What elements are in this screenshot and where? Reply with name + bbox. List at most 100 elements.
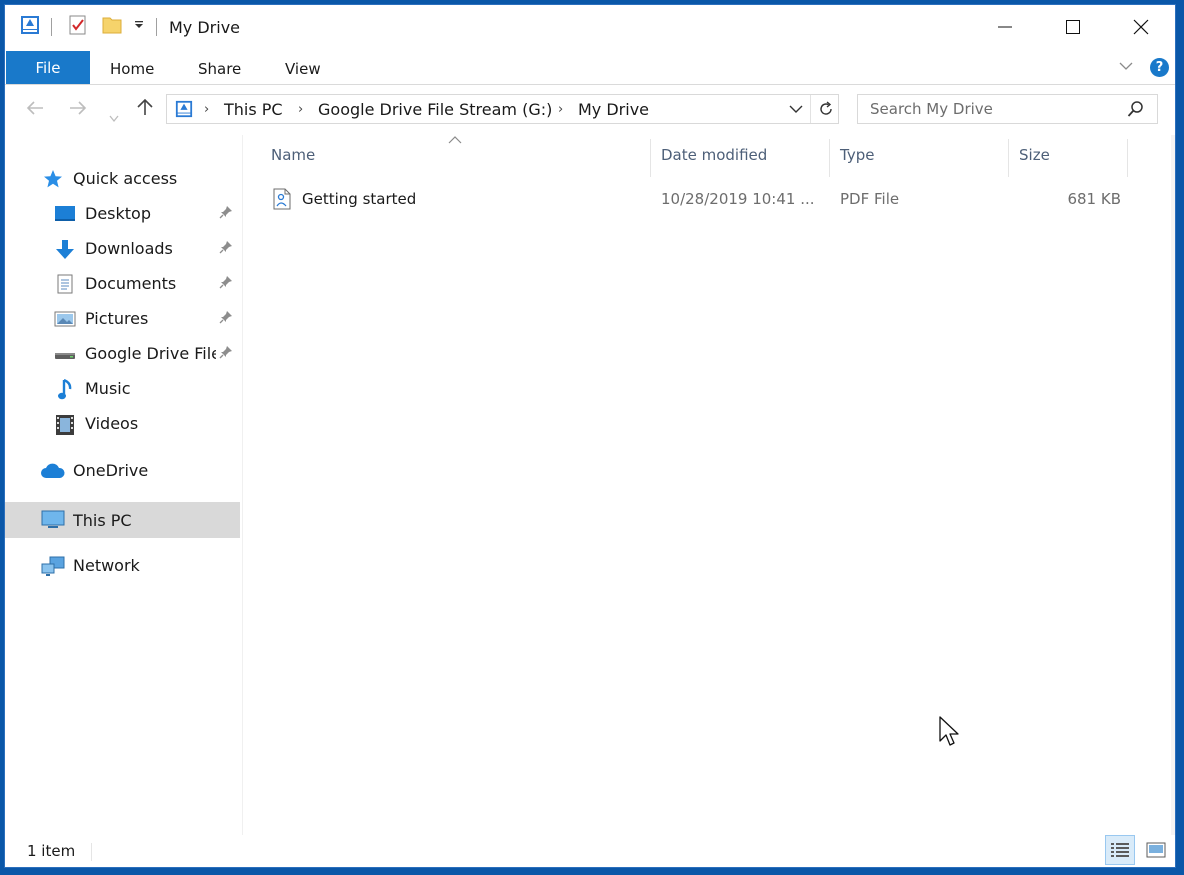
title-separator xyxy=(51,18,52,36)
title-separator xyxy=(156,18,157,36)
scrollbar-track[interactable] xyxy=(1171,135,1175,835)
drive-app-icon[interactable] xyxy=(20,15,40,35)
nav-label: This PC xyxy=(73,511,132,530)
column-divider[interactable] xyxy=(1127,139,1128,177)
column-header-type[interactable]: Type xyxy=(840,146,874,164)
network-icon xyxy=(40,556,65,576)
videos-icon xyxy=(55,414,77,435)
close-button[interactable] xyxy=(1107,5,1175,49)
large-icons-view-icon xyxy=(1146,842,1166,858)
file-size: 681 KB xyxy=(1067,190,1121,208)
back-arrow-icon[interactable] xyxy=(25,97,45,121)
nav-label: Google Drive File Stream (G:) xyxy=(85,344,216,363)
breadcrumb-chevron-icon[interactable]: › xyxy=(298,102,303,117)
search-input[interactable] xyxy=(857,94,1158,124)
nav-videos[interactable]: Videos xyxy=(5,406,240,440)
address-separator xyxy=(810,95,811,123)
nav-label: Quick access xyxy=(73,169,178,188)
breadcrumb-my-drive[interactable]: My Drive xyxy=(578,100,649,119)
breadcrumb-chevron-icon[interactable]: › xyxy=(558,102,563,117)
file-type: PDF File xyxy=(840,190,900,208)
computer-icon xyxy=(40,510,65,530)
drive-location-icon xyxy=(175,100,193,122)
pin-icon[interactable] xyxy=(219,310,233,328)
breadcrumb-chevron-icon[interactable]: › xyxy=(204,102,209,117)
column-header-size[interactable]: Size xyxy=(1019,146,1050,164)
nav-label: Videos xyxy=(85,414,139,433)
pin-icon[interactable] xyxy=(219,240,233,258)
pin-icon[interactable] xyxy=(219,345,233,363)
large-icons-view-button[interactable] xyxy=(1141,835,1171,865)
desktop-icon xyxy=(54,204,76,224)
downloads-icon xyxy=(54,239,76,259)
nav-desktop[interactable]: Desktop xyxy=(5,196,240,230)
pin-icon[interactable] xyxy=(219,205,233,223)
nav-google-drive[interactable]: Google Drive File Stream (G:) xyxy=(5,336,240,370)
nav-pictures[interactable]: Pictures xyxy=(5,301,240,335)
documents-icon xyxy=(55,274,77,294)
details-view-button[interactable] xyxy=(1105,835,1135,865)
address-bar[interactable]: › This PC › Google Drive File Stream (G:… xyxy=(166,94,839,124)
nav-onedrive[interactable]: OneDrive xyxy=(5,453,240,487)
column-divider[interactable] xyxy=(1008,139,1009,177)
minimize-button[interactable] xyxy=(971,5,1039,49)
expand-ribbon-icon[interactable] xyxy=(1119,59,1133,75)
sort-ascending-icon xyxy=(448,133,462,148)
status-item-count: 1 item xyxy=(27,842,76,860)
nav-network[interactable]: Network xyxy=(5,548,240,582)
navigation-pane: Quick access Desktop Downloads Documents… xyxy=(5,135,242,835)
cloud-icon xyxy=(40,463,65,483)
tab-home[interactable]: Home xyxy=(110,60,154,78)
up-arrow-icon[interactable] xyxy=(136,97,154,121)
pdf-file-icon xyxy=(273,188,291,214)
column-header-date-modified[interactable]: Date modified xyxy=(661,146,767,164)
close-icon xyxy=(1133,19,1149,35)
music-icon xyxy=(57,378,79,400)
tab-view[interactable]: View xyxy=(285,60,321,78)
maximize-button[interactable] xyxy=(1039,5,1107,49)
title-bar: My Drive xyxy=(5,5,1175,51)
nav-label: Network xyxy=(73,556,140,575)
breadcrumb-google-drive[interactable]: Google Drive File Stream (G:) xyxy=(318,100,552,119)
pin-icon[interactable] xyxy=(219,275,233,293)
nav-label: Downloads xyxy=(85,239,173,258)
drive-disk-icon xyxy=(54,344,76,364)
mouse-cursor-icon xyxy=(938,715,960,753)
recent-locations-icon[interactable] xyxy=(109,104,119,128)
new-folder-icon[interactable] xyxy=(102,15,122,35)
nav-this-pc[interactable]: This PC xyxy=(5,502,240,538)
column-divider[interactable] xyxy=(829,139,830,177)
nav-quick-access[interactable]: Quick access xyxy=(5,161,240,195)
refresh-icon[interactable] xyxy=(818,101,834,121)
tab-file[interactable]: File xyxy=(6,51,90,84)
file-row[interactable]: Getting started 10/28/2019 10:41 ... PDF… xyxy=(267,182,1135,214)
breadcrumb-this-pc[interactable]: This PC xyxy=(224,100,283,119)
nav-documents[interactable]: Documents xyxy=(5,266,240,300)
properties-icon[interactable] xyxy=(68,15,88,35)
nav-label: Pictures xyxy=(85,309,149,328)
column-header-name[interactable]: Name xyxy=(271,146,315,164)
details-view-icon xyxy=(1111,843,1129,857)
status-separator xyxy=(91,843,92,861)
pictures-icon xyxy=(54,309,76,329)
customize-toolbar-icon[interactable] xyxy=(133,19,145,31)
nav-label: Music xyxy=(85,379,131,398)
file-date-modified: 10/28/2019 10:41 ... xyxy=(661,190,815,208)
tab-share[interactable]: Share xyxy=(198,60,241,78)
help-button[interactable]: ? xyxy=(1150,58,1169,77)
nav-label: OneDrive xyxy=(73,461,149,480)
explorer-window: My Drive File Home Share View ? › This P… xyxy=(4,4,1176,868)
nav-music[interactable]: Music xyxy=(5,371,240,405)
address-dropdown-icon[interactable] xyxy=(789,103,803,119)
maximize-icon xyxy=(1066,20,1080,34)
minimize-icon xyxy=(998,26,1012,28)
window-title: My Drive xyxy=(169,18,241,37)
pane-divider[interactable] xyxy=(242,135,243,835)
forward-arrow-icon[interactable] xyxy=(68,97,88,121)
search-icon[interactable] xyxy=(1127,100,1145,122)
nav-downloads[interactable]: Downloads xyxy=(5,231,240,265)
star-icon xyxy=(43,169,65,189)
column-divider[interactable] xyxy=(650,139,651,177)
nav-label: Desktop xyxy=(85,204,151,223)
ribbon-tabs: File Home Share View ? xyxy=(5,51,1175,85)
